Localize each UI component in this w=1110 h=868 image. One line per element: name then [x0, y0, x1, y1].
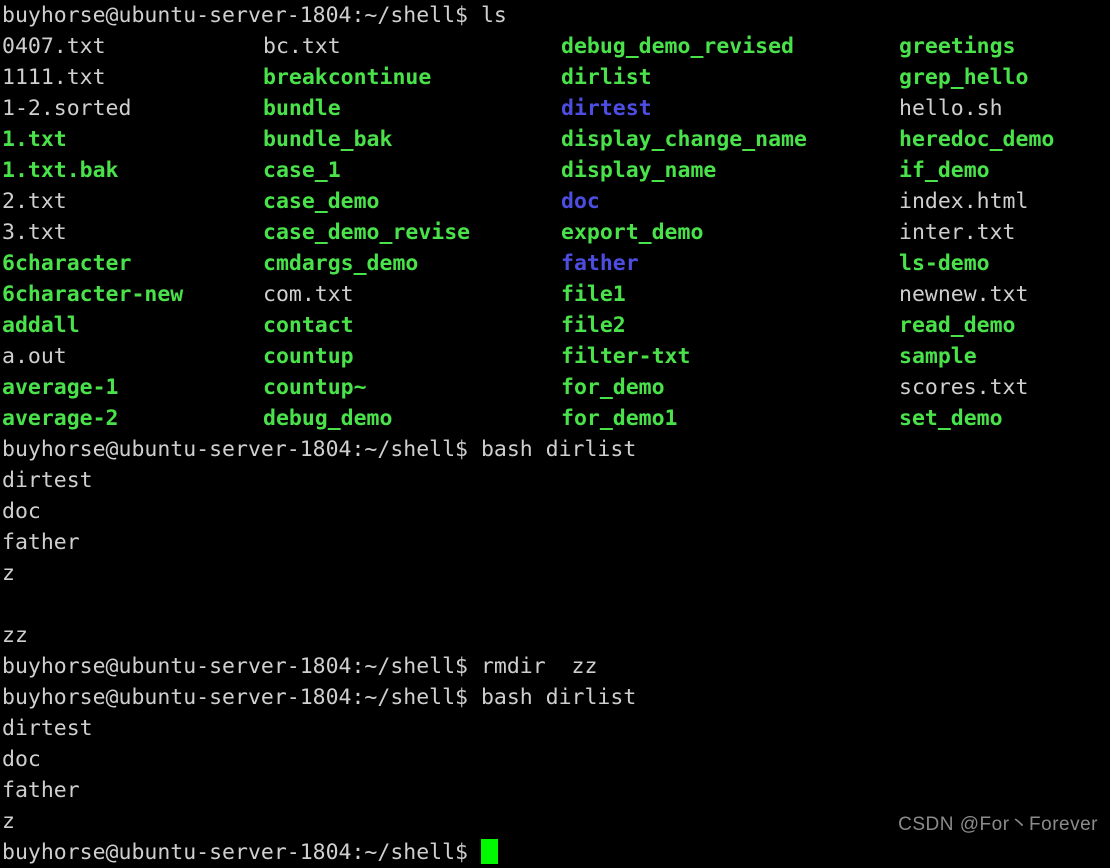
ls-entry: countup	[263, 344, 354, 369]
command-text-bash-dirlist-1: bash dirlist	[480, 437, 637, 462]
ls-entry: hello.sh	[899, 96, 1003, 121]
output-line: doc	[2, 499, 41, 524]
ls-entry: dirtest	[561, 96, 652, 121]
ls-entry: set_demo	[899, 406, 1003, 431]
ls-row: 1.txt bundle_bak display_change_name heredo…	[2, 124, 1110, 155]
ls-entry: countup~	[263, 375, 367, 400]
ls-entry: read_demo	[899, 313, 1016, 338]
command-text-bash-dirlist-2: bash dirlist	[480, 685, 637, 710]
ls-row: 6character cmdargs_demo father ls-demo	[2, 248, 1110, 279]
ls-row: 1.txt.bak case_1 display_name if_demo	[2, 155, 1110, 186]
ls-entry: grep_hello	[899, 65, 1029, 90]
ls-entry: for_demo1	[561, 406, 678, 431]
output-line: dirtest	[2, 716, 93, 741]
shell-prompt: buyhorse@ubuntu-server-1804:~/shell$	[2, 654, 481, 679]
shell-prompt: buyhorse@ubuntu-server-1804:~/shell$	[2, 685, 481, 710]
ls-entry: index.html	[899, 189, 1029, 214]
command-line-1: buyhorse@ubuntu-server-1804:~/shell$ ls	[2, 0, 1110, 31]
text-cursor	[480, 839, 498, 864]
ls-entry: 1-2.sorted	[2, 96, 132, 121]
command-text-rmdir: rmdir zz	[480, 654, 598, 679]
ls-entry: bc.txt	[263, 34, 341, 59]
ls-row: 1111.txt breakcontinue dirlist grep_hello	[2, 62, 1110, 93]
ls-entry: bundle	[263, 96, 341, 121]
shell-prompt: buyhorse@ubuntu-server-1804:~/shell$	[2, 437, 481, 462]
ls-row: 2.txt case_demo doc index.html	[2, 186, 1110, 217]
shell-prompt: buyhorse@ubuntu-server-1804:~/shell$	[2, 3, 481, 28]
ls-entry: father	[561, 251, 639, 276]
ls-entry: case_demo_revise	[263, 220, 471, 245]
ls-entry: breakcontinue	[263, 65, 432, 90]
ls-entry: if_demo	[899, 158, 990, 183]
ls-entry: for_demo	[561, 375, 665, 400]
ls-entry: display_change_name	[561, 127, 807, 152]
ls-entry: average-2	[2, 406, 119, 431]
ls-entry: debug_demo_revised	[561, 34, 794, 59]
ls-entry: file1	[561, 282, 626, 307]
script-output-1: dirtest doc father z zz	[2, 465, 1110, 651]
ls-entry: dirlist	[561, 65, 652, 90]
ls-entry: ls-demo	[899, 251, 990, 276]
ls-entry: a.out	[2, 344, 67, 369]
output-line: z	[2, 561, 15, 586]
ls-entry: heredoc_demo	[899, 127, 1055, 152]
ls-entry: case_1	[263, 158, 341, 183]
ls-entry: 0407.txt	[2, 34, 106, 59]
watermark-label: CSDN @For丶Forever	[898, 814, 1098, 835]
terminal-screen: buyhorse@ubuntu-server-1804:~/shell$ ls …	[2, 0, 1110, 868]
command-line-4: buyhorse@ubuntu-server-1804:~/shell$ bas…	[2, 682, 1110, 713]
ls-entry: display_name	[561, 158, 717, 183]
ls-row: average-1 countup~ for_demo scores.txt	[2, 372, 1110, 403]
ls-entry: 6character-new	[2, 282, 184, 307]
command-line-3: buyhorse@ubuntu-server-1804:~/shell$ rmd…	[2, 651, 1110, 682]
ls-row: 0407.txt bc.txt debug_demo_revised greeting…	[2, 31, 1110, 62]
ls-entry: file2	[561, 313, 626, 338]
ls-entry: 1111.txt	[2, 65, 106, 90]
ls-entry: newnew.txt	[899, 282, 1029, 307]
output-line: father	[2, 778, 80, 803]
ls-entry: filter-txt	[561, 344, 691, 369]
output-line: doc	[2, 747, 41, 772]
ls-entry: inter.txt	[899, 220, 1016, 245]
ls-entry: cmdargs_demo	[263, 251, 419, 276]
ls-entry: contact	[263, 313, 354, 338]
ls-row: 6character-new com.txt file1 newnew.txt	[2, 279, 1110, 310]
ls-row: addall contact file2 read_demo	[2, 310, 1110, 341]
ls-entry: 3.txt	[2, 220, 67, 245]
ls-entry: sample	[899, 344, 977, 369]
command-line-2: buyhorse@ubuntu-server-1804:~/shell$ bas…	[2, 434, 1110, 465]
ls-row: average-2 debug_demo for_demo1 set_demo	[2, 403, 1110, 434]
ls-row: 3.txt case_demo_revise export_demo inter.tx…	[2, 217, 1110, 248]
ls-entry: 6character	[2, 251, 132, 276]
shell-prompt: buyhorse@ubuntu-server-1804:~/shell$	[2, 840, 481, 865]
ls-entry: debug_demo	[263, 406, 393, 431]
ls-entry: export_demo	[561, 220, 704, 245]
output-line: dirtest	[2, 468, 93, 493]
output-line: father	[2, 530, 80, 555]
ls-output-grid: 0407.txt bc.txt debug_demo_revised greeting…	[2, 31, 1110, 434]
ls-entry: average-1	[2, 375, 119, 400]
ls-entry: 1.txt	[2, 127, 67, 152]
ls-entry: scores.txt	[899, 375, 1029, 400]
terminal-window[interactable]: buyhorse@ubuntu-server-1804:~/shell$ ls …	[0, 0, 1110, 865]
ls-entry: 2.txt	[2, 189, 67, 214]
ls-entry: case_demo	[263, 189, 380, 214]
ls-entry: doc	[561, 189, 600, 214]
ls-entry: com.txt	[263, 282, 354, 307]
ls-row: 1-2.sorted bundle dirtest hello.sh	[2, 93, 1110, 124]
ls-entry: 1.txt.bak	[2, 158, 119, 183]
ls-entry: addall	[2, 313, 80, 338]
command-text-ls: ls	[480, 3, 507, 28]
ls-entry: greetings	[899, 34, 1016, 59]
output-line: zz	[2, 623, 28, 648]
ls-entry: bundle_bak	[263, 127, 393, 152]
ls-row: a.out countup filter-txt sample	[2, 341, 1110, 372]
